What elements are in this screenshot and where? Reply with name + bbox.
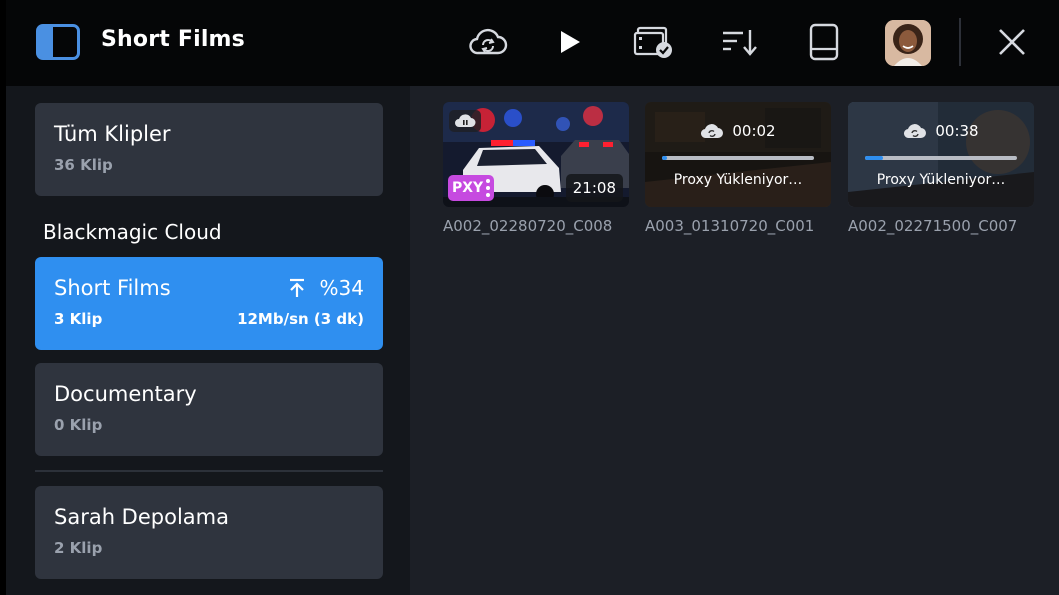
upload-time: 00:02 (732, 122, 776, 140)
clip-count: 3 Klip (54, 310, 103, 328)
sidebar-item-all-clips[interactable]: Tüm Klipler 36 Klip (35, 103, 383, 196)
sidebar-item-label: Sarah Depolama (54, 505, 229, 529)
upload-status: 00:02 (645, 122, 831, 140)
upload-progress-bar (662, 156, 814, 160)
upload-icon (289, 278, 304, 297)
upload-percent: %34 (319, 276, 364, 300)
clip-item[interactable]: 00:02 Proxy Yükleniyor… A003_01310720_C0… (645, 102, 831, 235)
upload-rate: 12Mb/sn (3 dk) (237, 310, 364, 328)
sidebar-toggle-icon[interactable] (36, 24, 80, 60)
clip-count: 2 Klip (54, 539, 103, 557)
avatar[interactable] (885, 20, 931, 66)
cloud-sync-icon (904, 124, 927, 139)
proxy-badge-label: PXY (452, 180, 484, 196)
section-label: Blackmagic Cloud (43, 220, 222, 244)
drive-icon[interactable] (801, 20, 847, 64)
clip-name: A003_01310720_C001 (645, 217, 815, 235)
sidebar-item-label: Documentary (54, 382, 197, 406)
sidebar-item-label: Short Films (54, 276, 171, 300)
clip-thumbnail: 00:02 Proxy Yükleniyor… (645, 102, 831, 207)
sidebar-item-documentary[interactable]: Documentary 0 Klip (35, 363, 383, 456)
upload-time: 00:38 (935, 122, 979, 140)
upload-status: 00:38 (848, 122, 1034, 140)
clip-item[interactable]: PXY 21:08 A002_02280720_C008 (443, 102, 629, 235)
sidebar-item-label: Tüm Klipler (54, 122, 171, 146)
upload-label: Proxy Yükleniyor… (673, 172, 803, 188)
clip-count: 0 Klip (54, 416, 103, 434)
clip-count: 36 Klip (54, 156, 113, 174)
media-select-icon[interactable] (631, 20, 677, 64)
clip-thumbnail: 00:38 Proxy Yükleniyor… (848, 102, 1034, 207)
clip-grid: PXY 21:08 A002_02280720_C008 00:02 Proxy… (410, 86, 1059, 595)
clip-item[interactable]: 00:38 Proxy Yükleniyor… A002_02271500_C0… (848, 102, 1034, 235)
play-icon[interactable] (547, 20, 593, 64)
clip-name: A002_02280720_C008 (443, 217, 613, 235)
clip-name: A002_02271500_C007 (848, 217, 1018, 235)
upload-label: Proxy Yükleniyor… (876, 172, 1006, 188)
toolbar-divider (959, 18, 961, 66)
divider (35, 470, 383, 472)
clip-thumbnail: PXY 21:08 (443, 102, 629, 207)
cloud-paused-icon (449, 110, 481, 132)
cloud-sync-icon (701, 124, 724, 139)
page-title: Short Films (101, 27, 245, 52)
top-bar: Short Films (6, 0, 1059, 86)
cloud-sync-icon[interactable] (465, 20, 511, 64)
more-icon[interactable] (486, 179, 490, 197)
close-icon[interactable] (989, 20, 1035, 64)
upload-progress-bar (865, 156, 1017, 160)
clip-duration: 21:08 (565, 174, 623, 202)
sidebar: Tüm Klipler 36 Klip Blackmagic Cloud Sho… (6, 86, 410, 595)
sidebar-item-storage[interactable]: Sarah Depolama 2 Klip (35, 486, 383, 579)
sidebar-item-short-films[interactable]: Short Films 3 Klip %34 12Mb/sn (3 dk) (35, 257, 383, 350)
proxy-badge[interactable]: PXY (448, 175, 494, 201)
upload-progress: %34 (288, 276, 364, 300)
sort-icon[interactable] (716, 20, 762, 64)
